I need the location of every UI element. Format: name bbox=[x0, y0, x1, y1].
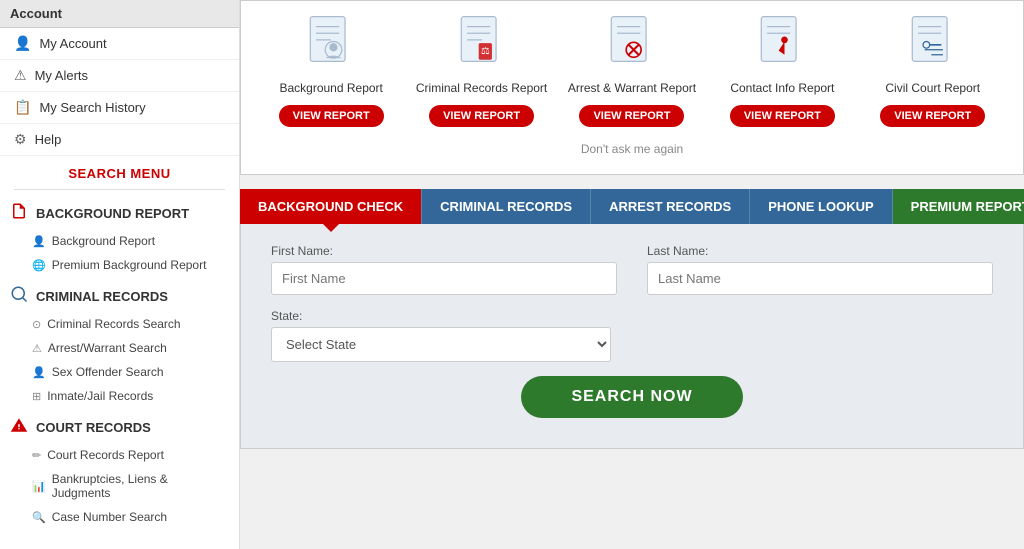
arrest-warrant-search-label: Arrest/Warrant Search bbox=[48, 341, 167, 355]
case-number-search-label: Case Number Search bbox=[52, 510, 167, 524]
inmate-jail-records-label: Inmate/Jail Records bbox=[47, 389, 153, 403]
sidebar-item-my-alerts[interactable]: ⚠ My Alerts bbox=[0, 60, 239, 92]
background-report-title: BACKGROUND REPORT bbox=[36, 206, 189, 221]
tab-premium-report[interactable]: PREMIUM REPORT bbox=[893, 189, 1024, 224]
name-row: First Name: Last Name: bbox=[271, 244, 993, 295]
sidebar-item-criminal-records-search[interactable]: ⊙ Criminal Records Search bbox=[0, 312, 239, 336]
sidebar-item-help[interactable]: ⚙ Help bbox=[0, 124, 239, 156]
civil-court-report-label: Civil Court Report bbox=[885, 81, 980, 97]
my-search-history-label: My Search History bbox=[39, 100, 145, 115]
sidebar-item-premium-background-report[interactable]: 🌐 Premium Background Report bbox=[0, 253, 239, 277]
sidebar-item-court-records-report[interactable]: ✏ Court Records Report bbox=[0, 443, 239, 467]
criminal-records-report-view-report-btn[interactable]: VIEW REPORT bbox=[429, 105, 534, 127]
sidebar-item-sex-offender-search[interactable]: 👤 Sex Offender Search bbox=[0, 360, 239, 384]
sex-offender-search-icon: 👤 bbox=[32, 366, 46, 379]
contact-info-report-icon bbox=[756, 15, 808, 75]
report-card-arrest-warrant-report: Arrest & Warrant Report VIEW REPORT bbox=[562, 15, 702, 127]
category-court-records: COURT RECORDS bbox=[0, 408, 239, 443]
sidebar-item-inmate-jail-records[interactable]: ⊞ Inmate/Jail Records bbox=[0, 384, 239, 408]
help-label: Help bbox=[35, 132, 62, 147]
report-card-contact-info-report: Contact Info Report VIEW REPORT bbox=[712, 15, 852, 127]
my-account-icon: 👤 bbox=[14, 35, 31, 52]
search-row: SEARCH NOW bbox=[271, 376, 993, 418]
background-report-label: Background Report bbox=[279, 81, 382, 97]
criminal-records-search-icon: ⊙ bbox=[32, 318, 41, 331]
arrest-warrant-report-view-report-btn[interactable]: VIEW REPORT bbox=[579, 105, 684, 127]
my-alerts-icon: ⚠ bbox=[14, 67, 27, 84]
last-name-input[interactable] bbox=[647, 262, 993, 295]
report-card-background-report: Background Report VIEW REPORT bbox=[261, 15, 401, 127]
inmate-jail-records-icon: ⊞ bbox=[32, 390, 41, 403]
arrest-warrant-report-icon bbox=[606, 15, 658, 75]
contact-info-report-view-report-btn[interactable]: VIEW REPORT bbox=[730, 105, 835, 127]
bankruptcies-liens-icon: 📊 bbox=[32, 480, 46, 493]
my-account-label: My Account bbox=[39, 36, 106, 51]
premium-background-report-icon: 🌐 bbox=[32, 259, 46, 272]
criminal-records-title: CRIMINAL RECORDS bbox=[36, 289, 168, 304]
my-search-history-icon: 📋 bbox=[14, 99, 31, 116]
main-content: Background Report VIEW REPORT ⚖ Criminal… bbox=[240, 0, 1024, 549]
state-label: State: bbox=[271, 309, 611, 323]
criminal-records-search-label: Criminal Records Search bbox=[47, 317, 180, 331]
first-name-label: First Name: bbox=[271, 244, 617, 258]
tabs-container: BACKGROUND CHECKCRIMINAL RECORDSARREST R… bbox=[240, 189, 1024, 224]
first-name-group: First Name: bbox=[271, 244, 617, 295]
last-name-group: Last Name: bbox=[647, 244, 993, 295]
category-criminal-records: CRIMINAL RECORDS bbox=[0, 277, 239, 312]
court-records-title: COURT RECORDS bbox=[36, 420, 151, 435]
criminal-records-icon bbox=[10, 285, 28, 308]
premium-background-report-label: Premium Background Report bbox=[52, 258, 207, 272]
sidebar-item-my-account[interactable]: 👤 My Account bbox=[0, 28, 239, 60]
state-select[interactable]: Select StateAlabamaAlaskaArizonaArkansas… bbox=[271, 327, 611, 362]
dont-ask-section: Don't ask me again bbox=[261, 137, 1003, 160]
report-cards: Background Report VIEW REPORT ⚖ Criminal… bbox=[261, 15, 1003, 127]
last-name-label: Last Name: bbox=[647, 244, 993, 258]
report-card-criminal-records-report: ⚖ Criminal Records Report VIEW REPORT bbox=[412, 15, 552, 127]
civil-court-report-icon bbox=[907, 15, 959, 75]
search-section: First Name: Last Name: State: Select Sta… bbox=[240, 224, 1024, 449]
sidebar-item-my-search-history[interactable]: 📋 My Search History bbox=[0, 92, 239, 124]
background-report-icon bbox=[305, 15, 357, 75]
court-records-report-label: Court Records Report bbox=[47, 448, 164, 462]
dont-ask-link[interactable]: Don't ask me again bbox=[581, 142, 683, 156]
arrest-warrant-search-icon: ⚠ bbox=[32, 342, 42, 355]
tab-criminal-records[interactable]: CRIMINAL RECORDS bbox=[422, 189, 591, 224]
report-banner: Background Report VIEW REPORT ⚖ Criminal… bbox=[240, 0, 1024, 175]
tab-phone-lookup[interactable]: PHONE LOOKUP bbox=[750, 189, 892, 224]
arrest-warrant-report-label: Arrest & Warrant Report bbox=[568, 81, 696, 97]
court-records-report-icon: ✏ bbox=[32, 449, 41, 462]
case-number-search-icon: 🔍 bbox=[32, 511, 46, 524]
tab-arrest-records[interactable]: ARREST RECORDS bbox=[591, 189, 750, 224]
contact-info-report-label: Contact Info Report bbox=[730, 81, 834, 97]
search-now-button[interactable]: SEARCH NOW bbox=[521, 376, 742, 418]
background-report-label: Background Report bbox=[52, 234, 155, 248]
bankruptcies-liens-label: Bankruptcies, Liens & Judgments bbox=[52, 472, 225, 500]
state-group: State: Select StateAlabamaAlaskaArizonaA… bbox=[271, 309, 611, 362]
background-report-view-report-btn[interactable]: VIEW REPORT bbox=[279, 105, 384, 127]
sidebar-item-background-report[interactable]: 👤 Background Report bbox=[0, 229, 239, 253]
account-header: Account bbox=[0, 0, 239, 28]
background-report-icon: 👤 bbox=[32, 235, 46, 248]
sidebar-item-case-number-search[interactable]: 🔍 Case Number Search bbox=[0, 505, 239, 529]
my-alerts-label: My Alerts bbox=[35, 68, 88, 83]
report-card-civil-court-report: Civil Court Report VIEW REPORT bbox=[863, 15, 1003, 127]
civil-court-report-view-report-btn[interactable]: VIEW REPORT bbox=[880, 105, 985, 127]
search-menu-title: SEARCH MENU bbox=[0, 156, 239, 185]
category-background-report: BACKGROUND REPORT bbox=[0, 194, 239, 229]
sidebar-item-arrest-warrant-search[interactable]: ⚠ Arrest/Warrant Search bbox=[0, 336, 239, 360]
criminal-records-report-label: Criminal Records Report bbox=[416, 81, 547, 97]
first-name-input[interactable] bbox=[271, 262, 617, 295]
svg-text:⚖: ⚖ bbox=[480, 46, 489, 57]
sidebar-item-bankruptcies-liens[interactable]: 📊 Bankruptcies, Liens & Judgments bbox=[0, 467, 239, 505]
help-icon: ⚙ bbox=[14, 131, 27, 148]
state-row: State: Select StateAlabamaAlaskaArizonaA… bbox=[271, 309, 993, 362]
sex-offender-search-label: Sex Offender Search bbox=[52, 365, 164, 379]
sidebar: Account 👤 My Account ⚠ My Alerts 📋 My Search … bbox=[0, 0, 240, 549]
tab-background-check[interactable]: BACKGROUND CHECK bbox=[240, 189, 422, 224]
background-report-icon bbox=[10, 202, 28, 225]
court-records-icon bbox=[10, 416, 28, 439]
criminal-records-report-icon: ⚖ bbox=[456, 15, 508, 75]
